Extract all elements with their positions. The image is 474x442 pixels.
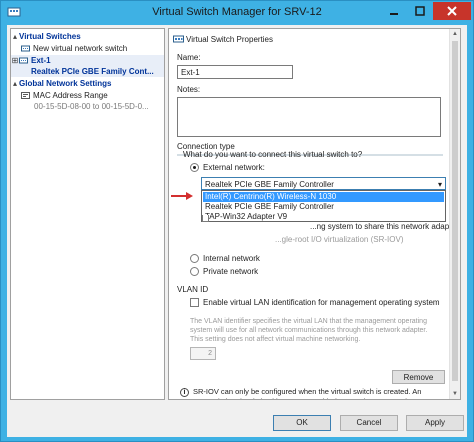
tree-item-ext-1[interactable]: ⊞ Ext-1: [11, 55, 164, 66]
virtual-switch-manager-window: Virtual Switch Manager for SRV-12 ▴ Virt…: [0, 0, 474, 442]
expand-icon[interactable]: ⊞: [11, 56, 19, 65]
collapse-icon[interactable]: ▴: [11, 32, 19, 41]
tree-item-mac-range[interactable]: MAC Address Range: [11, 90, 164, 101]
name-input[interactable]: Ext-1: [177, 65, 293, 79]
switch-name-label: Ext-1: [31, 56, 51, 65]
virtual-switches-header: Virtual Switches: [19, 32, 81, 41]
adapter-dropdown-value: Realtek PCIe GBE Family Controller: [205, 180, 334, 189]
vlan-heading: VLAN ID: [177, 285, 209, 294]
collapse-icon[interactable]: ▴: [11, 79, 19, 88]
connection-question: What do you want to connect this virtual…: [183, 150, 363, 159]
global-settings-header: Global Network Settings: [19, 79, 112, 88]
title-bar[interactable]: Virtual Switch Manager for SRV-12: [1, 1, 473, 23]
new-switch-label: New virtual network switch: [33, 44, 128, 53]
switch-properties-panel: Virtual Switch Properties Name: Ext-1 No…: [168, 28, 461, 400]
annotation-arrow-icon: [171, 192, 193, 200]
properties-scrollbar[interactable]: ▲ ▼: [449, 29, 460, 399]
vlan-description: The VLAN identifier specifies the virtua…: [190, 318, 428, 343]
private-network-label: Private network: [203, 267, 259, 276]
adapter-option-2[interactable]: TAP-Win32 Adapter V9: [203, 212, 287, 222]
maximize-icon: [415, 6, 425, 16]
name-label: Name:: [177, 53, 201, 62]
share-adapter-checkbox-edge[interactable]: [202, 215, 209, 222]
external-network-radio[interactable]: [190, 163, 199, 172]
shared-adapter-text: ...ng system to share this network adapt…: [310, 222, 459, 231]
vlan-checkbox[interactable]: [190, 298, 199, 307]
scroll-thumb[interactable]: [452, 41, 458, 381]
internal-network-radio[interactable]: [190, 254, 199, 263]
switch-adapter-label: Realtek PCIe GBE Family Cont...: [31, 67, 154, 76]
sriov-note: SR-IOV can only be configured when the v…: [193, 387, 426, 399]
ok-button[interactable]: OK: [273, 415, 331, 431]
external-network-label: External network:: [203, 163, 265, 172]
minimize-icon: [390, 13, 398, 15]
mac-range-value: 00-15-5D-08-00 to 00-15-5D-0...: [34, 102, 149, 111]
tree-section-virtual-switches[interactable]: ▴ Virtual Switches: [11, 31, 164, 42]
switch-tree[interactable]: ▴ Virtual Switches New virtual network s…: [10, 28, 165, 400]
properties-content: Virtual Switch Properties Name: Ext-1 No…: [169, 29, 459, 399]
properties-heading: Virtual Switch Properties: [186, 35, 273, 44]
mac-address-icon: [21, 92, 30, 99]
remove-button[interactable]: Remove: [392, 370, 445, 384]
minimize-button[interactable]: [381, 2, 407, 20]
tree-item-ext-1-adapter[interactable]: Realtek PCIe GBE Family Cont...: [11, 66, 164, 77]
tree-section-global-settings[interactable]: ▴ Global Network Settings: [11, 78, 164, 89]
tree-item-mac-value[interactable]: 00-15-5D-08-00 to 00-15-5D-0...: [11, 101, 164, 112]
adapter-dropdown[interactable]: Realtek PCIe GBE Family Controller ▾: [201, 177, 446, 190]
vlan-id-input[interactable]: 2: [190, 347, 216, 360]
new-switch-icon: [21, 45, 30, 52]
vlan-checkbox-label: Enable virtual LAN identification for ma…: [203, 298, 440, 307]
adapter-dropdown-list: Intel(R) Centrino(R) Wireless-N 1030 Rea…: [201, 190, 446, 222]
info-icon: i: [180, 388, 189, 397]
mac-range-label: MAC Address Range: [33, 91, 108, 100]
notes-label: Notes:: [177, 85, 201, 94]
internal-network-label: Internal network: [203, 254, 260, 263]
notes-textarea[interactable]: [177, 97, 441, 137]
private-network-radio[interactable]: [190, 267, 199, 276]
switch-icon: [19, 57, 28, 64]
adapter-option-0[interactable]: Intel(R) Centrino(R) Wireless-N 1030: [203, 192, 444, 202]
scroll-down-icon[interactable]: ▼: [450, 389, 460, 399]
close-button[interactable]: [433, 2, 471, 20]
dialog-client-area: ▴ Virtual Switches New virtual network s…: [7, 25, 467, 437]
apply-button[interactable]: Apply: [406, 415, 464, 431]
switch-properties-icon: [173, 35, 184, 43]
scroll-up-icon[interactable]: ▲: [450, 29, 460, 39]
close-icon: [447, 6, 457, 16]
maximize-button[interactable]: [407, 2, 433, 20]
adapter-option-1[interactable]: Realtek PCIe GBE Family Controller: [203, 202, 334, 212]
sriov-partial-text: ...gle-root I/O virtualization (SR-IOV): [275, 235, 404, 244]
chevron-down-icon: ▾: [437, 180, 442, 189]
cancel-button[interactable]: Cancel: [340, 415, 398, 431]
tree-item-new-switch[interactable]: New virtual network switch: [11, 43, 164, 54]
